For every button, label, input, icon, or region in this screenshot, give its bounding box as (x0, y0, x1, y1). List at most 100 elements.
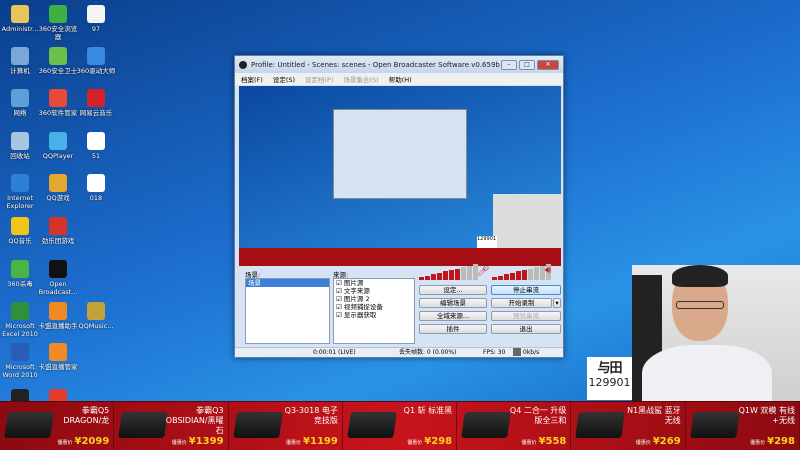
product-item[interactable]: Q3-3018 电子竞技版 優惠价 ¥1199 (229, 402, 343, 450)
desktop-icon[interactable]: QQ游戏 (38, 172, 78, 202)
desktop-icon-label: QQ音乐 (8, 237, 32, 245)
app-icon (11, 5, 29, 23)
app-icon (87, 302, 105, 320)
desktop-icon[interactable]: 回收站 (0, 130, 40, 160)
desktop-icon[interactable]: Internet Explorer (0, 172, 40, 210)
desktop-icon[interactable]: 网易云音乐 (76, 87, 116, 117)
desktop-icon[interactable]: 卡盟直播管家 (38, 341, 78, 371)
source-item[interactable]: ☑ 视频捕捉设备 (334, 303, 414, 311)
desktop-icon[interactable]: QQMusic... (76, 300, 116, 330)
app-icon (49, 47, 67, 65)
checkbox-icon[interactable]: ☑ (336, 295, 342, 303)
desktop-icon[interactable]: 018 (76, 172, 116, 202)
source-item[interactable]: ☑ 图片源 (334, 279, 414, 287)
obs-window: Profile: Untitled - Scenes: scenes - Ope… (234, 55, 564, 358)
minimize-button[interactable]: – (501, 59, 517, 70)
desktop-icons: Administr... 360安全浏览器 97 计算机 360安全卫士 360驱动大师网… (0, 0, 120, 417)
menu-scene-collection[interactable]: 场景集合(S) (344, 74, 379, 84)
title-bar: Profile: Untitled - Scenes: scenes - Ope… (235, 56, 563, 73)
desktop-icon-label: QQMusic... (78, 322, 114, 330)
desktop-icon[interactable]: Microsoft Excel 2010 (0, 300, 40, 338)
scenes-list[interactable]: 场景 (245, 278, 330, 344)
start-recording-button[interactable]: 开始录制 (491, 298, 552, 308)
desktop-icon-label: Open Broadcast... (38, 280, 78, 296)
desktop-icon[interactable]: 360安全卫士 (38, 45, 78, 75)
product-item[interactable]: Q4 二合一 升级版全三和 優惠价 ¥558 (457, 402, 572, 450)
desktop-icon[interactable]: 卡盟直播助手 (38, 300, 78, 330)
desktop-audio-meter (492, 264, 551, 280)
source-item[interactable]: ☑ 图片源 2 (334, 295, 414, 303)
desktop-icon[interactable]: 360安全浏览器 (38, 3, 78, 41)
desktop-icon-label: 360杀毒 (7, 280, 33, 288)
scene-item[interactable]: 场景 (246, 279, 329, 287)
desktop-icon[interactable]: 360杀毒 (0, 258, 40, 288)
meter-bar (419, 277, 424, 280)
checkbox-icon[interactable]: ☑ (336, 287, 342, 295)
sources-list[interactable]: ☑ 图片源 ☑ 文字来源 ☑ 图片源 2 ☑ 视频捕捉设备 ☑ 显示器获取 (333, 278, 415, 344)
bitrate-indicator (513, 348, 521, 356)
preview-webcam (493, 194, 561, 250)
app-icon (87, 47, 105, 65)
app-icon (11, 47, 29, 65)
source-item[interactable]: ☑ 文字来源 (334, 287, 414, 295)
source-item[interactable]: ☑ 显示器获取 (334, 311, 414, 319)
menu-bar: 档案(F) 设定(S) 设定档(P) 场景集合(S) 帮助(H) (235, 73, 563, 85)
source-label: 图片源 (343, 279, 364, 287)
desktop-icon-label: Administr... (1, 25, 39, 33)
recording-dropdown-icon[interactable]: ▾ (553, 298, 561, 308)
checkbox-icon[interactable]: ☑ (336, 279, 342, 287)
stop-stream-button[interactable]: 停止串流 (491, 285, 561, 295)
desktop-icon-label: 360安全卫士 (38, 67, 78, 75)
meter-bar (461, 267, 466, 280)
desktop-icon[interactable]: Microsoft Word 2010 (0, 341, 40, 379)
desktop-icon[interactable]: 51 (76, 130, 116, 160)
product-item[interactable]: Q1W 双模 有线+无线 優惠价 ¥298 (686, 402, 800, 450)
arcade-stick-image (118, 412, 169, 438)
desktop-icon-label: QQ游戏 (46, 194, 70, 202)
checkbox-icon[interactable]: ☑ (336, 311, 342, 319)
desktop-icon[interactable]: Administr... (0, 3, 40, 33)
product-item[interactable]: 拳霸Q5 DRAGON/龙 優惠价 ¥2099 (0, 402, 115, 450)
arcade-stick-image (4, 412, 54, 438)
menu-help[interactable]: 帮助(H) (389, 74, 412, 84)
product-price: 優惠价 ¥2099 (57, 436, 110, 447)
desktop-icon[interactable]: 360软件管家 (38, 87, 78, 117)
source-label: 图片源 2 (343, 295, 370, 303)
desktop-icon[interactable]: 网络 (0, 87, 40, 117)
desktop-icon[interactable]: 97 (76, 3, 116, 33)
menu-profiles[interactable]: 设定档(P) (305, 74, 334, 84)
desktop-icon-label: 360安全浏览器 (38, 25, 78, 41)
desktop-icon[interactable]: QQ音乐 (0, 215, 40, 245)
edit-scene-button[interactable]: 编辑场景 (419, 298, 487, 308)
plugins-button[interactable]: 插件 (419, 324, 487, 334)
desktop-icon[interactable]: 劲乐团游戏 (38, 215, 78, 245)
close-button[interactable]: ✕ (537, 59, 559, 70)
app-icon (49, 343, 67, 361)
desktop-icon-label: QQPlayer (42, 152, 74, 160)
desktop-icon-label: 018 (89, 194, 103, 202)
checkbox-icon[interactable]: ☑ (336, 303, 342, 311)
meter-bar (516, 271, 521, 280)
preview-number: 129901 (477, 236, 497, 248)
settings-button[interactable]: 设定... (419, 285, 487, 295)
product-item[interactable]: N1黑战鲨 蓝牙无线 優惠价 ¥269 (571, 402, 686, 450)
app-icon (49, 132, 67, 150)
desktop-icon[interactable]: QQPlayer (38, 130, 78, 160)
webcam-feed (632, 265, 800, 401)
global-sources-button[interactable]: 全域来源... (419, 311, 487, 321)
desktop-icon[interactable]: 360驱动大师 (76, 45, 116, 75)
product-item[interactable]: Q1 斩 标准黑 優惠价 ¥298 (343, 402, 458, 450)
desktop-icon[interactable]: Open Broadcast... (38, 258, 78, 296)
menu-settings[interactable]: 设定(S) (273, 74, 295, 84)
speaker-icon[interactable]: 🔊︎ (545, 265, 551, 276)
menu-file[interactable]: 档案(F) (241, 74, 263, 84)
desktop-icon[interactable]: 计算机 (0, 45, 40, 75)
meter-bar (449, 270, 454, 280)
preview-stream-button[interactable]: 预览串流 (491, 311, 561, 321)
maximize-button[interactable]: □ (519, 59, 535, 70)
product-banner: 拳霸Q5 DRAGON/龙 優惠价 ¥2099 拳霸Q3 OBSIDIAN/黑曜石 優惠… (0, 401, 800, 450)
product-item[interactable]: 拳霸Q3 OBSIDIAN/黑曜石 優惠价 ¥1399 (114, 402, 229, 450)
microphone-icon[interactable]: 🎤︎ (477, 266, 490, 277)
source-label: 文字来源 (343, 287, 370, 295)
exit-button[interactable]: 退出 (491, 324, 561, 334)
